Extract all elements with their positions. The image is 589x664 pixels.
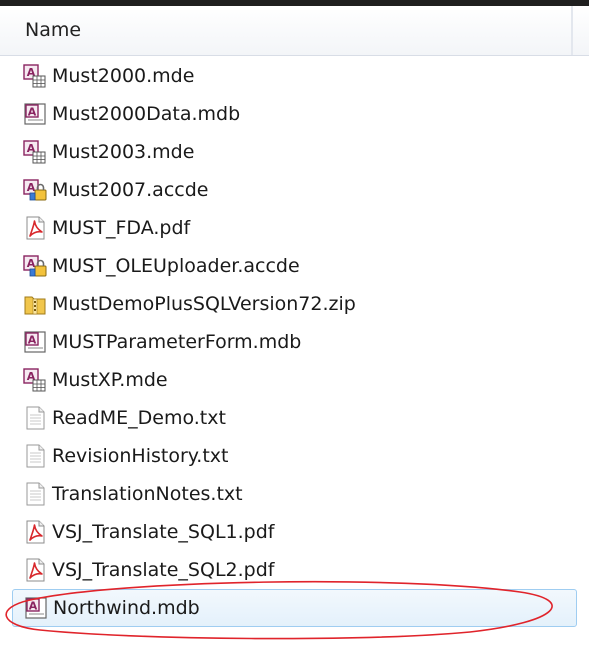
column-header-name[interactable]: Name [0, 6, 572, 55]
svg-text:A: A [29, 600, 38, 613]
file-name: MUST_FDA.pdf [52, 217, 191, 239]
file-name: MUSTParameterForm.mdb [52, 331, 302, 353]
file-row[interactable]: MUST_FDA.pdf [0, 209, 573, 247]
svg-text:A: A [27, 181, 36, 194]
access-accde-icon: A [21, 252, 49, 280]
file-name: ReadME_Demo.txt [52, 407, 226, 429]
access-accde-icon: A [21, 176, 49, 204]
file-name: Must2003.mde [52, 141, 195, 163]
file-list: A Must2000.mde A Must2000Data.mdb A Must… [0, 57, 589, 627]
file-name: VSJ_Translate_SQL1.pdf [52, 521, 275, 543]
file-row[interactable]: VSJ_Translate_SQL2.pdf [0, 551, 573, 589]
svg-text:A: A [28, 334, 37, 347]
access-mdb-icon: A [21, 100, 49, 128]
text-file-icon [21, 480, 49, 508]
file-row[interactable]: VSJ_Translate_SQL1.pdf [0, 513, 573, 551]
access-mde-icon: A [21, 138, 49, 166]
file-row[interactable]: ReadME_Demo.txt [0, 399, 573, 437]
file-name: VSJ_Translate_SQL2.pdf [52, 559, 275, 581]
access-mdb-icon: A [21, 328, 49, 356]
pdf-icon [21, 214, 49, 242]
file-row-selected[interactable]: A Northwind.mdb [12, 589, 577, 627]
file-row[interactable]: A Must2000.mde [0, 57, 573, 95]
file-name: MustXP.mde [52, 369, 168, 391]
column-header-divider[interactable] [572, 6, 573, 55]
file-name: MUST_OLEUploader.accde [52, 255, 300, 277]
svg-text:A: A [28, 106, 37, 119]
file-name: Northwind.mdb [53, 597, 200, 619]
file-name: MustDemoPlusSQLVersion72.zip [52, 293, 356, 315]
column-header-bar: Name [0, 6, 589, 56]
file-row[interactable]: A MUST_OLEUploader.accde [0, 247, 573, 285]
svg-text:A: A [27, 257, 36, 270]
zip-folder-icon [21, 290, 49, 318]
file-name: TranslationNotes.txt [52, 483, 243, 505]
file-name: Must2000Data.mdb [52, 103, 241, 125]
access-mdb-icon: A [22, 594, 50, 622]
file-row[interactable]: TranslationNotes.txt [0, 475, 573, 513]
file-name: Must2000.mde [52, 65, 195, 87]
pdf-icon [21, 556, 49, 584]
file-row[interactable]: RevisionHistory.txt [0, 437, 573, 475]
file-row[interactable]: A MUSTParameterForm.mdb [0, 323, 573, 361]
text-file-icon [21, 442, 49, 470]
access-mde-icon: A [21, 366, 49, 394]
access-mde-icon: A [21, 62, 49, 90]
file-row[interactable]: A Must2003.mde [0, 133, 573, 171]
file-name: RevisionHistory.txt [52, 445, 229, 467]
file-row[interactable]: A MustXP.mde [0, 361, 573, 399]
file-name: Must2007.accde [52, 179, 209, 201]
pdf-icon [21, 518, 49, 546]
file-row[interactable]: A Must2000Data.mdb [0, 95, 573, 133]
file-row[interactable]: MustDemoPlusSQLVersion72.zip [0, 285, 573, 323]
file-row[interactable]: A Must2007.accde [0, 171, 573, 209]
text-file-icon [21, 404, 49, 432]
